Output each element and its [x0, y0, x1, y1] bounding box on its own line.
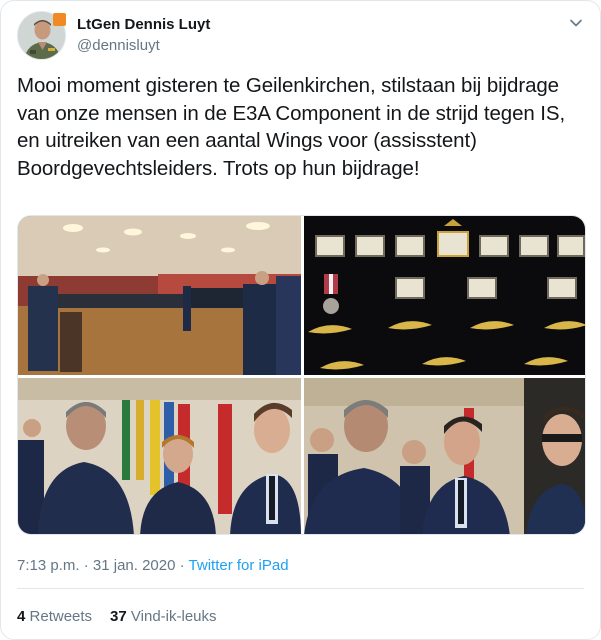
meta-separator-2: · — [179, 557, 185, 574]
likes-stat[interactable]: 37 Vind-ik-leuks — [110, 608, 216, 625]
chevron-down-icon[interactable] — [568, 15, 584, 31]
tweet-media-grid — [17, 215, 586, 535]
retweets-count: 4 — [17, 608, 26, 625]
photo-officers-flags[interactable] — [18, 378, 301, 534]
likes-count: 37 — [110, 608, 127, 625]
author-handle[interactable]: @dennisluyt — [77, 37, 160, 54]
author-display-name[interactable]: LtGen Dennis Luyt — [77, 16, 210, 33]
tweet-source-link[interactable]: Twitter for iPad — [189, 557, 289, 574]
tweet-meta: 7:13 p.m. · 31 jan. 2020 · Twitter for i… — [17, 557, 289, 574]
tweet-header: LtGen Dennis Luyt @dennisluyt — [17, 11, 584, 63]
tweet-date[interactable]: 31 jan. 2020 — [93, 557, 176, 574]
likes-label: Vind-ik-leuks — [130, 608, 217, 625]
stats-divider — [17, 588, 584, 589]
photo-ceremony-hall[interactable] — [18, 216, 301, 375]
photo-officers-smiling[interactable] — [304, 378, 585, 534]
retweets-label: Retweets — [29, 608, 93, 625]
tweet-time[interactable]: 7:13 p.m. — [17, 557, 80, 574]
retweets-stat[interactable]: 4 Retweets — [17, 608, 92, 625]
tweet-stats: 4 Retweets 37 Vind-ik-leuks — [17, 608, 217, 625]
tweet-text: Mooi moment gisteren te Geilenkirchen, s… — [17, 74, 566, 180]
photo-wings-display[interactable] — [304, 216, 585, 375]
tweet-card: LtGen Dennis Luyt @dennisluyt Mooi momen… — [0, 0, 601, 640]
meta-separator-1: · — [83, 557, 89, 574]
verified-badge-icon — [53, 13, 66, 26]
